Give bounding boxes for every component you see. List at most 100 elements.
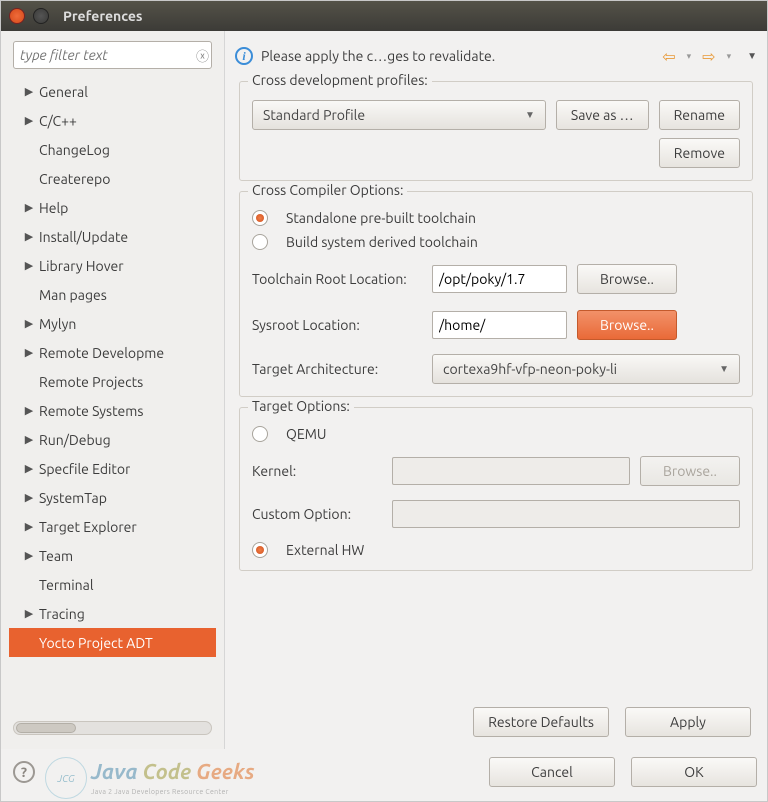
radio-qemu[interactable] bbox=[252, 426, 268, 442]
expand-arrow-icon[interactable]: ▶ bbox=[19, 114, 39, 127]
sidebar-item-label: General bbox=[39, 84, 88, 100]
expand-arrow-icon[interactable]: ▶ bbox=[19, 549, 39, 562]
sidebar-item-label: Tracing bbox=[39, 606, 85, 622]
compiler-group: Cross Compiler Options: Standalone pre-b… bbox=[239, 191, 753, 397]
category-tree: ▶General▶C/C++▶ChangeLog▶Createrepo▶Help… bbox=[9, 77, 216, 711]
sidebar-item-specfile-editor[interactable]: ▶Specfile Editor bbox=[9, 454, 216, 483]
expand-arrow-icon[interactable]: ▶ bbox=[19, 201, 39, 214]
remove-button[interactable]: Remove bbox=[659, 138, 740, 168]
filter-input[interactable] bbox=[20, 47, 196, 63]
sidebar-item-tracing[interactable]: ▶Tracing bbox=[9, 599, 216, 628]
compiler-legend: Cross Compiler Options: bbox=[248, 182, 407, 198]
expand-arrow-icon[interactable]: ▶ bbox=[19, 259, 39, 272]
sidebar-item-install-update[interactable]: ▶Install/Update bbox=[9, 222, 216, 251]
sysroot-input[interactable] bbox=[432, 311, 567, 339]
horizontal-scrollbar[interactable] bbox=[13, 721, 212, 735]
nav-forward-menu[interactable]: ▾ bbox=[727, 51, 732, 62]
arch-label: Target Architecture: bbox=[252, 361, 422, 377]
view-menu-icon[interactable]: ▼ bbox=[739, 50, 757, 62]
sidebar-item-label: Createrepo bbox=[39, 171, 110, 187]
sidebar-item-label: Terminal bbox=[39, 577, 94, 593]
sidebar-item-remote-developme[interactable]: ▶Remote Developme bbox=[9, 338, 216, 367]
kernel-input bbox=[392, 457, 630, 485]
sidebar-item-library-hover[interactable]: ▶Library Hover bbox=[9, 251, 216, 280]
expand-arrow-icon[interactable]: ▶ bbox=[19, 433, 39, 446]
sidebar-item-label: Man pages bbox=[39, 287, 107, 303]
browse-toolchain-button[interactable]: Browse.. bbox=[577, 264, 677, 294]
sidebar-item-yocto-project-adt[interactable]: ▶Yocto Project ADT bbox=[9, 628, 216, 657]
sidebar-item-mylyn[interactable]: ▶Mylyn bbox=[9, 309, 216, 338]
sidebar-item-label: Remote Developme bbox=[39, 345, 164, 361]
sidebar-item-label: Run/Debug bbox=[39, 432, 111, 448]
radio-qemu-label: QEMU bbox=[286, 426, 326, 442]
rename-button[interactable]: Rename bbox=[659, 100, 740, 130]
chevron-down-icon: ▼ bbox=[719, 363, 729, 375]
scrollbar-thumb[interactable] bbox=[16, 723, 76, 733]
sidebar-item-target-explorer[interactable]: ▶Target Explorer bbox=[9, 512, 216, 541]
arch-select[interactable]: cortexa9hf-vfp-neon-poky-li ▼ bbox=[432, 354, 740, 384]
sidebar-item-changelog[interactable]: ▶ChangeLog bbox=[9, 135, 216, 164]
toolchain-label: Toolchain Root Location: bbox=[252, 271, 422, 287]
help-icon[interactable]: ? bbox=[13, 761, 35, 783]
sysroot-label: Sysroot Location: bbox=[252, 317, 422, 333]
header-message: Please apply the c…ges to revalidate. bbox=[261, 48, 651, 64]
sidebar-item-label: Help bbox=[39, 200, 68, 216]
nav-forward-icon[interactable]: ⇨ bbox=[699, 47, 718, 66]
target-group: Target Options: QEMU Kernel: Browse.. Cu… bbox=[239, 407, 753, 571]
expand-arrow-icon[interactable]: ▶ bbox=[19, 491, 39, 504]
restore-defaults-button[interactable]: Restore Defaults bbox=[473, 707, 609, 737]
preferences-dialog: Preferences ⓧ ▶General▶C/C++▶ChangeLog▶C… bbox=[0, 0, 768, 802]
close-icon[interactable] bbox=[9, 8, 25, 24]
sidebar-item-label: ChangeLog bbox=[39, 142, 110, 158]
info-icon: i bbox=[235, 47, 253, 65]
ok-button[interactable]: OK bbox=[631, 757, 757, 787]
save-as-button[interactable]: Save as … bbox=[556, 100, 649, 130]
page-header: i Please apply the c…ges to revalidate. … bbox=[235, 37, 757, 75]
sidebar-item-run-debug[interactable]: ▶Run/Debug bbox=[9, 425, 216, 454]
radio-standalone[interactable] bbox=[252, 210, 268, 226]
browse-sysroot-button[interactable]: Browse.. bbox=[577, 310, 677, 340]
sidebar-item-systemtap[interactable]: ▶SystemTap bbox=[9, 483, 216, 512]
clear-filter-icon[interactable]: ⓧ bbox=[196, 46, 209, 65]
nav-back-icon[interactable]: ⇦ bbox=[659, 47, 678, 66]
sidebar-item-help[interactable]: ▶Help bbox=[9, 193, 216, 222]
radio-derived[interactable] bbox=[252, 234, 268, 250]
profiles-group: Cross development profiles: Standard Pro… bbox=[239, 81, 753, 181]
apply-button[interactable]: Apply bbox=[625, 707, 751, 737]
nav-back-menu[interactable]: ▾ bbox=[687, 51, 692, 62]
sidebar-item-createrepo[interactable]: ▶Createrepo bbox=[9, 164, 216, 193]
expand-arrow-icon[interactable]: ▶ bbox=[19, 462, 39, 475]
sidebar-item-label: C/C++ bbox=[39, 113, 77, 129]
expand-arrow-icon[interactable]: ▶ bbox=[19, 85, 39, 98]
custom-option-label: Custom Option: bbox=[252, 506, 382, 522]
sidebar-item-label: Library Hover bbox=[39, 258, 124, 274]
minimize-icon[interactable] bbox=[33, 8, 49, 24]
sidebar-item-man-pages[interactable]: ▶Man pages bbox=[9, 280, 216, 309]
profile-select[interactable]: Standard Profile ▼ bbox=[252, 100, 546, 130]
sidebar-item-label: Install/Update bbox=[39, 229, 128, 245]
expand-arrow-icon[interactable]: ▶ bbox=[19, 317, 39, 330]
arch-value: cortexa9hf-vfp-neon-poky-li bbox=[443, 361, 617, 377]
sidebar-item-team[interactable]: ▶Team bbox=[9, 541, 216, 570]
sidebar: ⓧ ▶General▶C/C++▶ChangeLog▶Createrepo▶He… bbox=[1, 31, 225, 749]
sidebar-item-c-c-[interactable]: ▶C/C++ bbox=[9, 106, 216, 135]
expand-arrow-icon[interactable]: ▶ bbox=[19, 520, 39, 533]
expand-arrow-icon[interactable]: ▶ bbox=[19, 404, 39, 417]
radio-external-hw[interactable] bbox=[252, 542, 268, 558]
sidebar-item-label: Yocto Project ADT bbox=[39, 635, 153, 651]
sidebar-item-terminal[interactable]: ▶Terminal bbox=[9, 570, 216, 599]
radio-external-hw-label: External HW bbox=[286, 542, 364, 558]
cancel-button[interactable]: Cancel bbox=[489, 757, 615, 787]
sidebar-item-general[interactable]: ▶General bbox=[9, 77, 216, 106]
sidebar-item-label: Remote Systems bbox=[39, 403, 143, 419]
expand-arrow-icon[interactable]: ▶ bbox=[19, 346, 39, 359]
toolchain-input[interactable] bbox=[432, 265, 567, 293]
sidebar-item-remote-systems[interactable]: ▶Remote Systems bbox=[9, 396, 216, 425]
sidebar-item-label: Team bbox=[39, 548, 73, 564]
filter-box[interactable]: ⓧ bbox=[13, 41, 212, 69]
sidebar-item-label: Remote Projects bbox=[39, 374, 143, 390]
sidebar-item-remote-projects[interactable]: ▶Remote Projects bbox=[9, 367, 216, 396]
expand-arrow-icon[interactable]: ▶ bbox=[19, 607, 39, 620]
expand-arrow-icon[interactable]: ▶ bbox=[19, 230, 39, 243]
browse-kernel-button: Browse.. bbox=[640, 456, 740, 486]
